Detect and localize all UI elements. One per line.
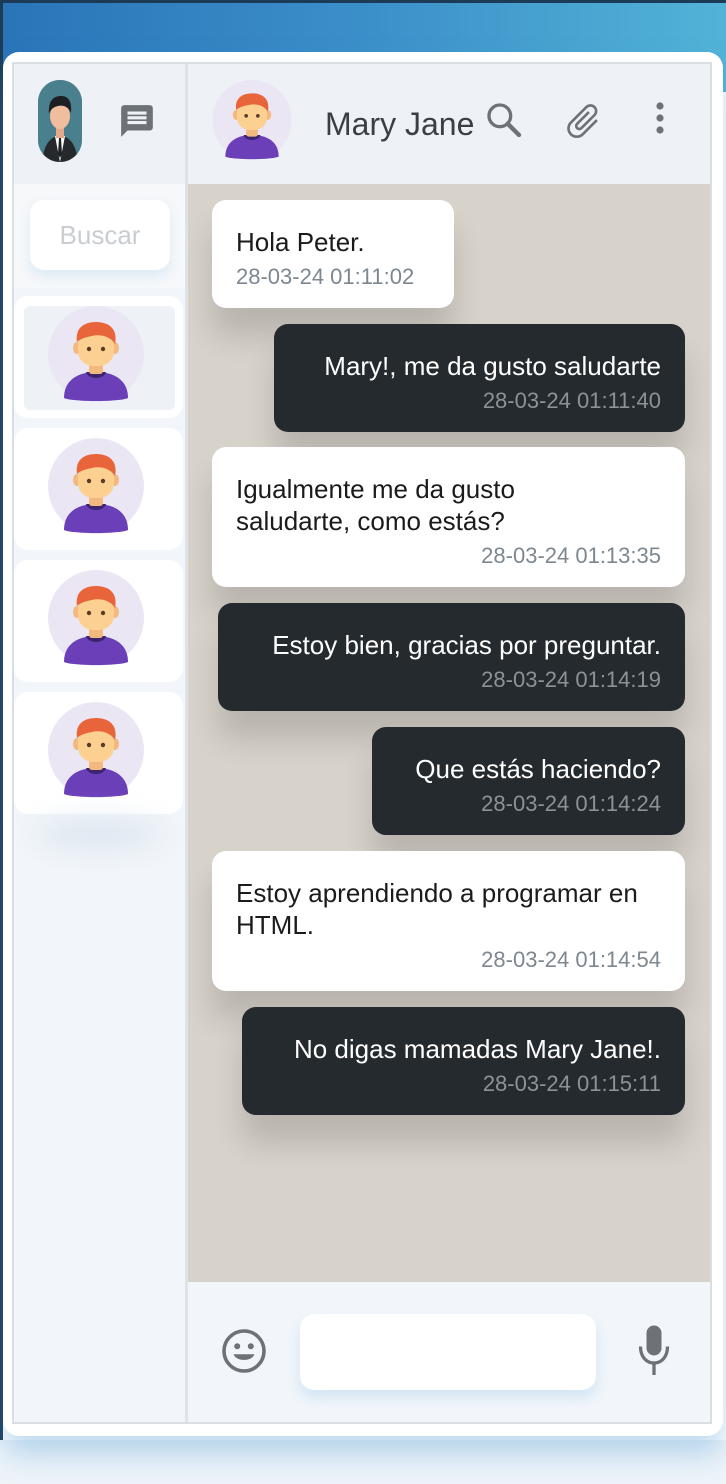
message-time: 28-03-24 01:14:54 — [481, 947, 661, 972]
message-input[interactable] — [300, 1314, 596, 1390]
redhead-boy-avatar-icon — [48, 702, 144, 798]
message-text: Estoy aprendiendo a programar en HTML. — [236, 878, 638, 940]
search-input[interactable] — [30, 200, 170, 270]
message-text: Mary!, me da gusto saludarte — [324, 351, 661, 381]
contact-item[interactable] — [14, 428, 183, 550]
redhead-boy-avatar-icon — [48, 570, 144, 666]
message-bubble-incoming: Hola Peter. 28-03-24 01:11:02 — [212, 200, 454, 308]
contact-item[interactable] — [14, 692, 183, 814]
message-time: 28-03-24 01:14:24 — [481, 791, 661, 816]
contact-list-shadow — [34, 819, 164, 849]
search-icon[interactable] — [484, 100, 524, 140]
page-bottom-band — [0, 1440, 726, 1484]
redhead-boy-avatar-icon — [48, 438, 144, 534]
message-time: 28-03-24 01:11:40 — [482, 388, 661, 413]
chat-app: Mary Jane Ho — [12, 62, 712, 1424]
chat-message-icon[interactable] — [118, 102, 156, 140]
message-time: 28-03-24 01:14:19 — [481, 667, 661, 692]
chat-panel: Mary Jane Hola Peter. 28-03-24 01:11:02 … — [188, 64, 710, 1422]
search-area — [14, 184, 185, 288]
message-composer — [188, 1282, 710, 1422]
message-time: 28-03-24 01:15:11 — [482, 1071, 661, 1096]
redhead-boy-avatar-icon[interactable] — [212, 80, 292, 160]
sidebar — [14, 64, 188, 1422]
contact-item[interactable] — [14, 296, 183, 418]
message-bubble-outgoing: Estoy bien, gracias por preguntar. 28-03… — [218, 603, 685, 711]
microphone-icon[interactable] — [636, 1324, 672, 1378]
message-text: Estoy bien, gracias por preguntar. — [272, 630, 661, 660]
message-text: No digas mamadas Mary Jane!. — [293, 1034, 661, 1064]
message-list: Hola Peter. 28-03-24 01:11:02 Mary!, me … — [188, 184, 710, 1282]
sidebar-header — [14, 64, 185, 184]
message-text: Hola Peter. — [236, 227, 365, 257]
message-bubble-outgoing: Que estás haciendo? 28-03-24 01:14:24 — [372, 727, 685, 835]
message-text: Igualmente me da gusto saludarte, como e… — [236, 474, 515, 536]
contact-list — [14, 296, 185, 824]
message-bubble-outgoing: No digas mamadas Mary Jane!. 28-03-24 01… — [242, 1007, 685, 1115]
message-text: Que estás haciendo? — [415, 754, 661, 784]
message-time: 28-03-24 01:13:35 — [481, 543, 661, 568]
redhead-boy-avatar-icon — [48, 306, 144, 402]
message-time: 28-03-24 01:11:02 — [236, 264, 415, 289]
businessman-avatar-icon[interactable] — [38, 80, 82, 162]
message-bubble-incoming: Estoy aprendiendo a programar en HTML. 2… — [212, 851, 685, 991]
contact-item[interactable] — [14, 560, 183, 682]
more-vertical-icon[interactable] — [648, 100, 672, 140]
chat-header: Mary Jane — [188, 64, 710, 184]
attachment-icon[interactable] — [562, 100, 602, 140]
smiley-icon[interactable] — [220, 1327, 268, 1375]
message-bubble-incoming: Igualmente me da gusto saludarte, como e… — [212, 447, 685, 587]
contact-name: Mary Jane — [325, 106, 475, 142]
message-bubble-outgoing: Mary!, me da gusto saludarte 28-03-24 01… — [274, 324, 685, 432]
